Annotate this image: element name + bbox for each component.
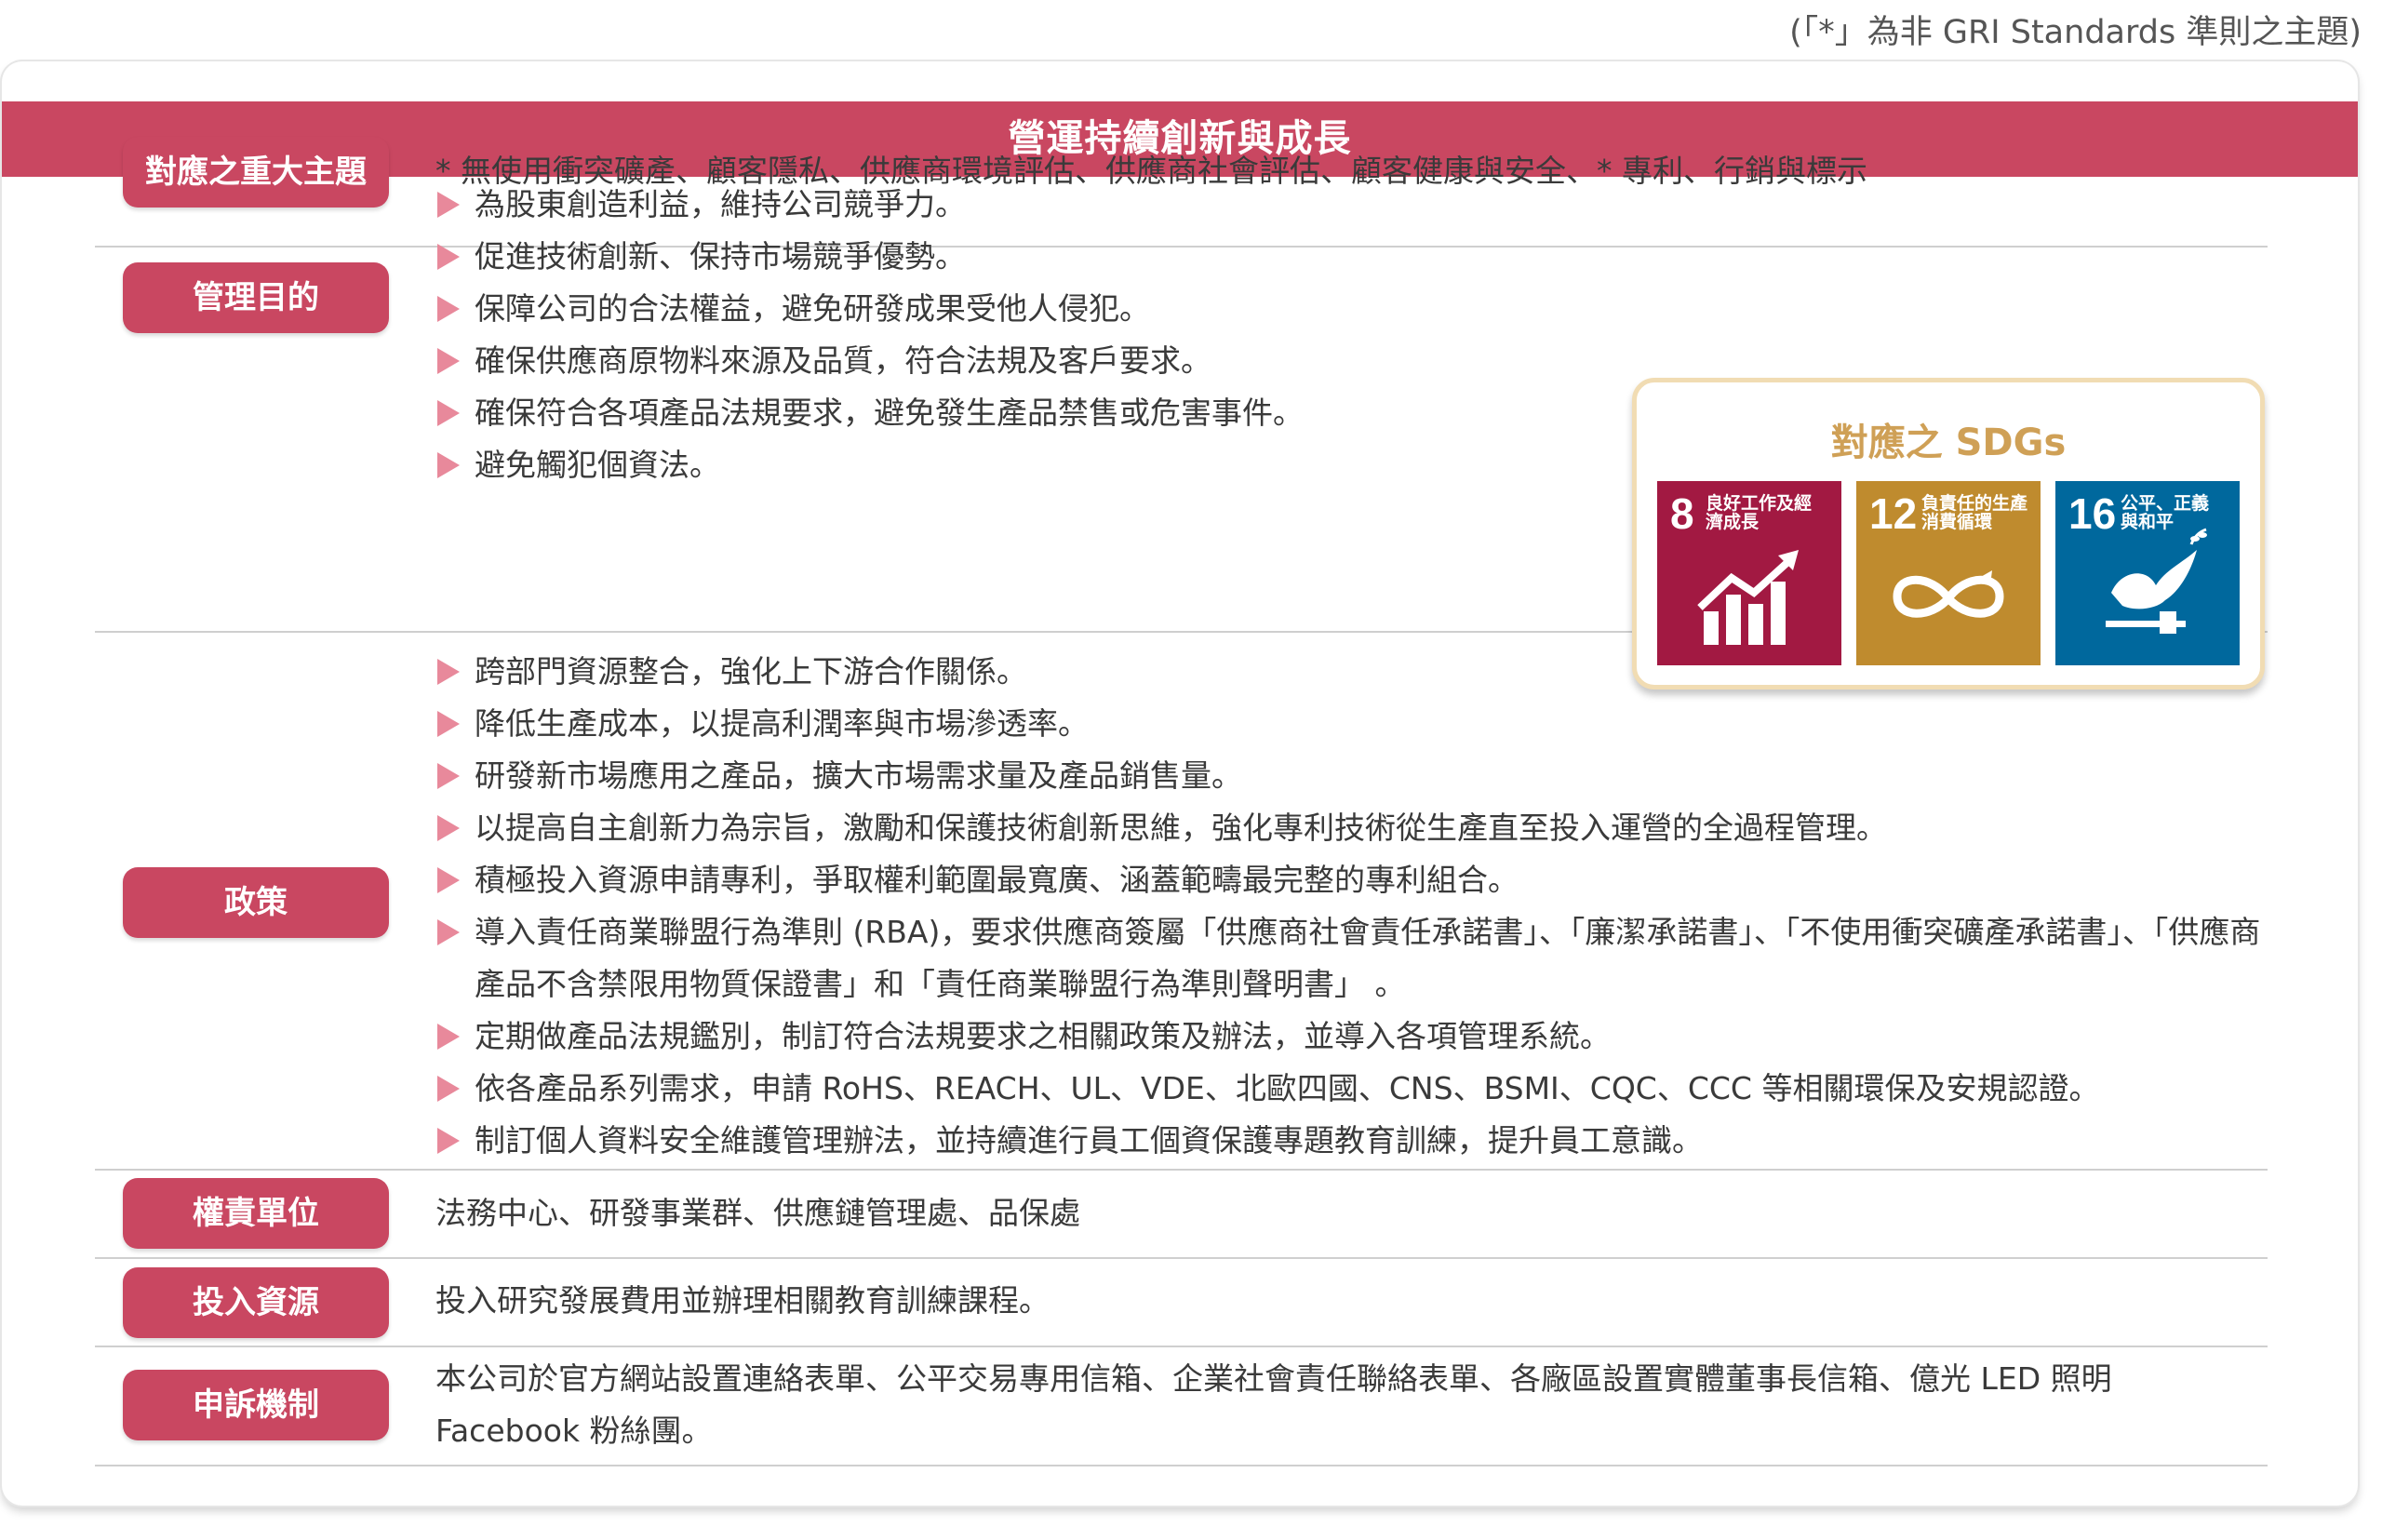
management-approach-card: 營運持續創新與成長 對應之重大主題 * 無使用衝突礦產、顧客隱私、供應商環境評估…: [2, 61, 2358, 1506]
bullet-triangle-icon: [437, 348, 460, 374]
bullet-triangle-icon: [437, 244, 460, 270]
responsible-unit-text: 法務中心、研發事業群、供應鏈管理處、品保處: [435, 1195, 1080, 1231]
row-divider: [95, 1465, 2268, 1466]
list-item: 保障公司的合法權益，避免研發成果受他人侵犯。: [435, 283, 1304, 335]
list-item: 確保符合各項產品法規要求，避免發生產品禁售或危害事件。: [435, 387, 1304, 439]
label-responsible-unit: 權責單位: [123, 1178, 389, 1249]
bullet-triangle-icon: [437, 296, 460, 322]
bullet-triangle-icon: [437, 919, 460, 945]
sdg-number: 16: [2068, 489, 2117, 538]
sdg-label: 良好工作及經濟成長: [1706, 493, 1813, 532]
sdg-label: 負責任的生產消費循環: [1921, 493, 2028, 532]
list-item: 制訂個人資料安全維護管理辦法，並持續進行員工個資保護專題教育訓練，提升員工意識。: [435, 1115, 2278, 1167]
label-resources: 投入資源: [123, 1267, 389, 1338]
label-management-goals: 管理目的: [123, 262, 389, 333]
bullet-triangle-icon: [437, 1076, 460, 1102]
label-material-topics: 對應之重大主題: [123, 137, 389, 208]
sdg-tile-8: 8 良好工作及經濟成長: [1657, 481, 1841, 665]
bullet-triangle-icon: [437, 659, 460, 685]
bullet-triangle-icon: [437, 1024, 460, 1050]
sdg-number: 8: [1670, 489, 1694, 538]
bullet-triangle-icon: [437, 867, 460, 893]
list-item: 積極投入資源申請專利，爭取權利範圍最寬廣、涵蓋範疇最完整的專利組合。: [435, 854, 2278, 906]
list-item: 研發新市場應用之產品，擴大市場需求量及產品銷售量。: [435, 750, 2278, 802]
label-grievance-mechanism: 申訴機制: [123, 1370, 389, 1440]
list-item: 降低生產成本，以提高利潤率與市場滲透率。: [435, 698, 2278, 750]
management-goals-list: 為股東創造利益，維持公司競爭力。 促進技術創新、保持市場競爭優勢。 保障公司的合…: [435, 179, 1304, 491]
policy-list: 跨部門資源整合，強化上下游合作關係。 降低生產成本，以提高利潤率與市場滲透率。 …: [435, 646, 2278, 1167]
sdg-tile-16: 16 公平、正義與和平: [2055, 481, 2240, 665]
list-item: 定期做產品法規鑑別，制訂符合法規要求之相關政策及辦法，並導入各項管理系統。: [435, 1011, 2278, 1063]
sdg-tile-12: 12 負責任的生產消費循環: [1856, 481, 2041, 665]
row-divider: [95, 1257, 2268, 1259]
grievance-text: 本公司於官方網站設置連絡表單、公平交易專用信箱、企業社會責任聯絡表單、各廠區設置…: [435, 1360, 2112, 1449]
list-item: 確保供應商原物料來源及品質，符合法規及客戶要求。: [435, 335, 1304, 387]
list-item: 促進技術創新、保持市場競爭優勢。: [435, 231, 1304, 283]
resources-text: 投入研究發展費用並辦理相關教育訓練課程。: [435, 1282, 1050, 1319]
bullet-triangle-icon: [437, 763, 460, 789]
bullet-triangle-icon: [437, 400, 460, 426]
bullet-triangle-icon: [437, 452, 460, 478]
bullet-triangle-icon: [437, 815, 460, 841]
sdg-label: 公平、正義與和平: [2121, 493, 2210, 532]
list-item: 以提高自主創新力為宗旨，激勵和保護技術創新思維，強化專利技術從生產直至投入運營的…: [435, 802, 2278, 854]
sdgs-title: 對應之 SDGs: [1830, 422, 2067, 464]
bullet-triangle-icon: [437, 1128, 460, 1154]
list-item: 依各產品系列需求，申請 RoHS、REACH、UL、VDE、北歐四國、CNS、B…: [435, 1063, 2278, 1115]
label-policy: 政策: [123, 867, 389, 938]
list-item: 為股東創造利益，維持公司競爭力。: [435, 179, 1304, 231]
sdgs-box: 對應之 SDGs 8 良好工作及經濟成長 12 負責任的生產消費循環 16 公平…: [1632, 378, 2265, 690]
row-divider: [95, 1169, 2268, 1171]
sdg-number: 12: [1869, 489, 1918, 538]
list-item: 導入責任商業聯盟行為準則 (RBA)，要求供應商簽屬「供應商社會責任承諾書」、「…: [435, 906, 2278, 1011]
bullet-triangle-icon: [437, 192, 460, 218]
bullet-triangle-icon: [437, 711, 460, 737]
row-divider: [95, 1346, 2268, 1347]
list-item: 避免觸犯個資法。: [435, 439, 1304, 491]
gri-note: (「*」為非 GRI Standards 準則之主題): [1789, 14, 2362, 51]
